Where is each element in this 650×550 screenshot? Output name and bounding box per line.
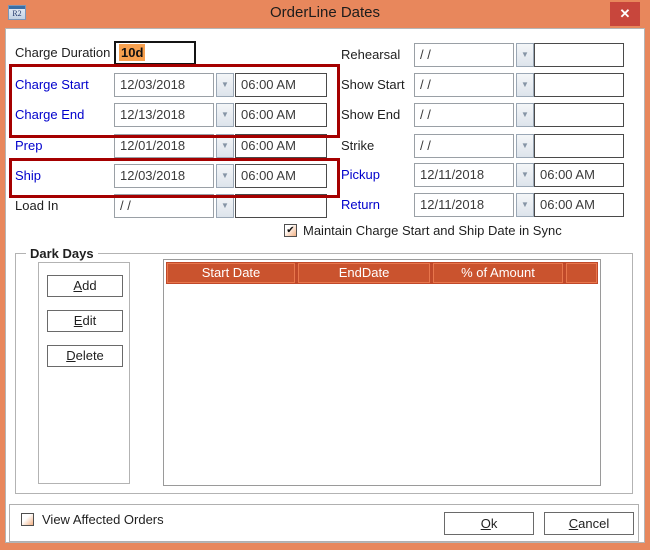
dark-days-groupbox: Dark Days Add Edit Delete Start Date End… — [15, 246, 633, 494]
chevron-down-icon: ▼ — [521, 50, 529, 59]
sync-checkbox-label: Maintain Charge Start and Ship Date in S… — [303, 223, 562, 238]
load-in-time-input[interactable] — [235, 194, 327, 218]
charge-start-label: Charge Start — [15, 77, 89, 92]
edit-button[interactable]: Edit — [47, 310, 123, 332]
show-start-date-input[interactable]: / / — [414, 73, 514, 97]
prep-time-input[interactable]: 06:00 AM — [235, 134, 327, 158]
column-header-percent-amount[interactable]: % of Amount — [433, 263, 563, 283]
charge-start-date-input[interactable]: 12/03/2018 — [114, 73, 214, 97]
show-end-time-input[interactable] — [534, 103, 624, 127]
load-in-dropdown-button[interactable]: ▼ — [216, 194, 234, 218]
dialog-body: Charge Duration 10d Charge Start 12/03/2… — [5, 28, 645, 543]
charge-duration-label: Charge Duration — [15, 45, 111, 60]
dark-days-legend: Dark Days — [26, 246, 98, 261]
add-button[interactable]: Add — [47, 275, 123, 297]
ship-dropdown-button[interactable]: ▼ — [216, 164, 234, 188]
ship-date-input[interactable]: 12/03/2018 — [114, 164, 214, 188]
cancel-button-rest: ancel — [578, 516, 610, 531]
chevron-down-icon: ▼ — [221, 141, 229, 150]
dark-days-button-panel: Add Edit Delete — [38, 262, 130, 484]
charge-start-dropdown-button[interactable]: ▼ — [216, 73, 234, 97]
add-button-accel: A — [73, 278, 83, 293]
rehearsal-date-input[interactable]: / / — [414, 43, 514, 67]
load-in-date-input[interactable]: / / — [114, 194, 214, 218]
pickup-dropdown-button[interactable]: ▼ — [516, 163, 534, 187]
show-end-label: Show End — [341, 107, 401, 122]
chevron-down-icon: ▼ — [521, 141, 529, 150]
sync-checkbox[interactable]: ✔ — [284, 224, 297, 237]
strike-label: Strike — [341, 138, 375, 153]
titlebar: OrderLine Dates R2 ✕ — [0, 0, 650, 28]
chevron-down-icon: ▼ — [221, 80, 229, 89]
prep-dropdown-button[interactable]: ▼ — [216, 134, 234, 158]
view-affected-orders-checkbox[interactable] — [21, 513, 34, 526]
prep-label: Prep — [15, 138, 43, 153]
pickup-date-input[interactable]: 12/11/2018 — [414, 163, 514, 187]
edit-button-rest: dit — [82, 313, 97, 328]
column-header-filler — [566, 263, 597, 283]
show-start-label: Show Start — [341, 77, 405, 92]
orderline-dates-dialog: OrderLine Dates R2 ✕ Charge Duration 10d… — [0, 0, 650, 550]
dialog-title: OrderLine Dates — [269, 4, 381, 21]
return-time-input[interactable]: 06:00 AM — [534, 193, 624, 217]
chevron-down-icon: ▼ — [221, 171, 229, 180]
app-icon-text: R2 — [12, 9, 22, 18]
ok-button-accel: O — [480, 516, 491, 531]
dark-days-table-header: Start Date EndDate % of Amount — [166, 262, 598, 284]
strike-date-input[interactable]: / / — [414, 134, 514, 158]
rehearsal-dropdown-button[interactable]: ▼ — [516, 43, 534, 67]
return-label: Return — [341, 197, 381, 212]
column-header-end-date[interactable]: EndDate — [298, 263, 430, 283]
close-button[interactable]: ✕ — [610, 2, 640, 26]
close-icon: ✕ — [619, 6, 631, 21]
chevron-down-icon: ▼ — [521, 170, 529, 179]
chevron-down-icon: ▼ — [521, 200, 529, 209]
pickup-label: Pickup — [341, 167, 381, 182]
show-start-time-input[interactable] — [534, 73, 624, 97]
ok-button-rest: k — [490, 516, 498, 531]
ok-button[interactable]: Ok — [444, 512, 534, 535]
app-icon: R2 — [8, 5, 26, 20]
ship-time-input[interactable]: 06:00 AM — [235, 164, 327, 188]
return-dropdown-button[interactable]: ▼ — [516, 193, 534, 217]
pickup-time-input[interactable]: 06:00 AM — [534, 163, 624, 187]
show-start-dropdown-button[interactable]: ▼ — [516, 73, 534, 97]
ship-label: Ship — [15, 168, 42, 183]
add-button-rest: dd — [82, 278, 97, 293]
dark-days-table[interactable]: Start Date EndDate % of Amount — [163, 259, 601, 486]
checkmark-icon: ✔ — [286, 225, 295, 236]
delete-button-rest: elete — [75, 348, 104, 363]
charge-end-date-input[interactable]: 12/13/2018 — [114, 103, 214, 127]
strike-dropdown-button[interactable]: ▼ — [516, 134, 534, 158]
chevron-down-icon: ▼ — [221, 201, 229, 210]
strike-time-input[interactable] — [534, 134, 624, 158]
chevron-down-icon: ▼ — [521, 80, 529, 89]
show-end-dropdown-button[interactable]: ▼ — [516, 103, 534, 127]
charge-end-time-input[interactable]: 06:00 AM — [235, 103, 327, 127]
charge-duration-input[interactable]: 10d — [114, 41, 196, 65]
prep-date-input[interactable]: 12/01/2018 — [114, 134, 214, 158]
column-header-start-date[interactable]: Start Date — [167, 263, 295, 283]
charge-duration-value: 10d — [119, 44, 146, 61]
load-in-label: Load In — [15, 198, 59, 213]
charge-end-dropdown-button[interactable]: ▼ — [216, 103, 234, 127]
rehearsal-label: Rehearsal — [341, 47, 401, 62]
delete-button[interactable]: Delete — [47, 345, 123, 367]
rehearsal-time-input[interactable] — [534, 43, 624, 67]
chevron-down-icon: ▼ — [521, 110, 529, 119]
cancel-button-accel: C — [568, 516, 579, 531]
show-end-date-input[interactable]: / / — [414, 103, 514, 127]
cancel-button[interactable]: Cancel — [544, 512, 634, 535]
charge-end-label: Charge End — [15, 107, 85, 122]
charge-start-time-input[interactable]: 06:00 AM — [235, 73, 327, 97]
dark-days-table-body[interactable] — [166, 284, 598, 479]
chevron-down-icon: ▼ — [221, 110, 229, 119]
return-date-input[interactable]: 12/11/2018 — [414, 193, 514, 217]
view-affected-orders-label: View Affected Orders — [42, 512, 164, 527]
delete-button-accel: D — [66, 348, 76, 363]
